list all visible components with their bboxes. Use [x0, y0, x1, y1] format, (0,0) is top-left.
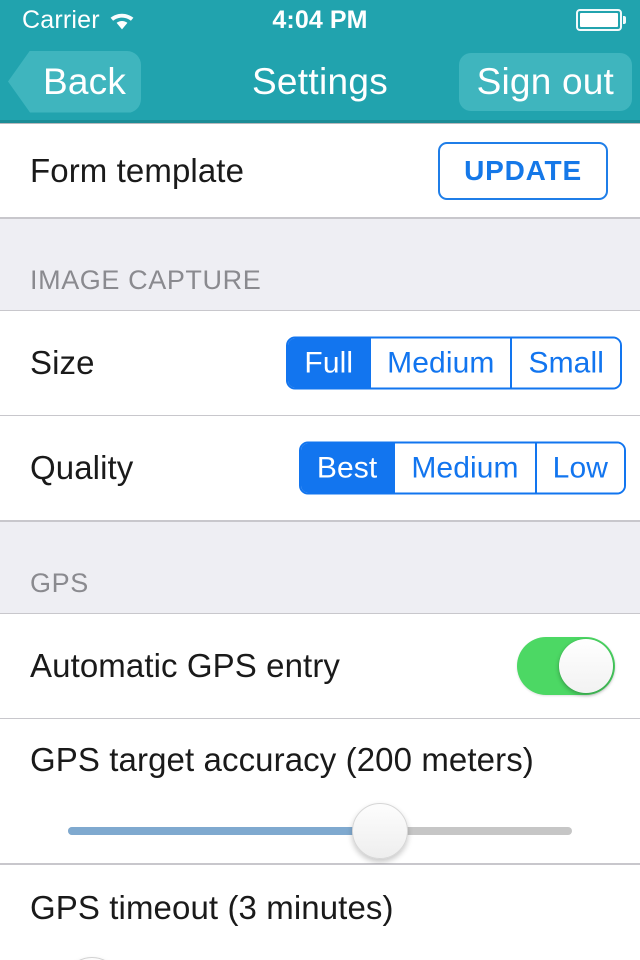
row-form-template[interactable]: Form template UPDATE	[0, 124, 640, 218]
gps-timeout-label: GPS timeout (3 minutes)	[30, 889, 394, 926]
slider-knob[interactable]	[352, 803, 409, 859]
toggle-knob	[559, 639, 613, 693]
update-button-label: UPDATE	[464, 154, 582, 186]
slider-fill	[68, 827, 381, 835]
section-header-image-capture: IMAGE CAPTURE	[0, 218, 640, 311]
automatic-gps-entry-toggle[interactable]	[517, 637, 615, 695]
gps-target-accuracy-slider[interactable]	[68, 803, 572, 859]
sign-out-button-label: Sign out	[476, 60, 614, 102]
section-header-image-capture-label: IMAGE CAPTURE	[30, 265, 262, 295]
segment-quality-medium[interactable]: Medium	[395, 443, 537, 493]
navigation-bar: Back Settings Sign out	[0, 40, 640, 123]
segment-size-full[interactable]: Full	[288, 338, 372, 388]
row-gps-timeout: GPS timeout (3 minutes)	[0, 864, 640, 960]
row-quality: Quality Best Medium Low	[0, 416, 640, 521]
status-bar-time: 4:04 PM	[272, 5, 368, 34]
row-automatic-gps-entry: Automatic GPS entry	[0, 614, 640, 719]
status-bar: Carrier 4:04 PM	[0, 0, 640, 40]
status-bar-right	[576, 9, 622, 31]
segment-size-medium[interactable]: Medium	[371, 338, 513, 388]
settings-table: Form template UPDATE IMAGE CAPTURE Size …	[0, 123, 640, 960]
form-template-label: Form template	[30, 151, 245, 189]
section-header-gps-label: GPS	[30, 568, 89, 598]
row-size: Size Full Medium Small	[0, 311, 640, 416]
size-segmented-control[interactable]: Full Medium Small	[286, 336, 622, 390]
gps-target-accuracy-label: GPS target accuracy (200 meters)	[30, 741, 534, 778]
settings-screen: Carrier 4:04 PM Back Settings Sign out F…	[0, 0, 640, 960]
update-button[interactable]: UPDATE	[438, 141, 608, 200]
quality-label: Quality	[30, 449, 134, 486]
segment-quality-low[interactable]: Low	[536, 443, 624, 493]
automatic-gps-entry-label: Automatic GPS entry	[30, 647, 341, 684]
sign-out-button[interactable]: Sign out	[458, 52, 632, 111]
battery-full-icon	[576, 9, 622, 31]
row-gps-target-accuracy: GPS target accuracy (200 meters)	[0, 719, 640, 864]
segment-size-small[interactable]: Small	[512, 338, 620, 388]
section-header-gps: GPS	[0, 521, 640, 614]
quality-segmented-control[interactable]: Best Medium Low	[298, 441, 626, 495]
size-label: Size	[30, 344, 95, 381]
segment-quality-best[interactable]: Best	[300, 443, 396, 493]
